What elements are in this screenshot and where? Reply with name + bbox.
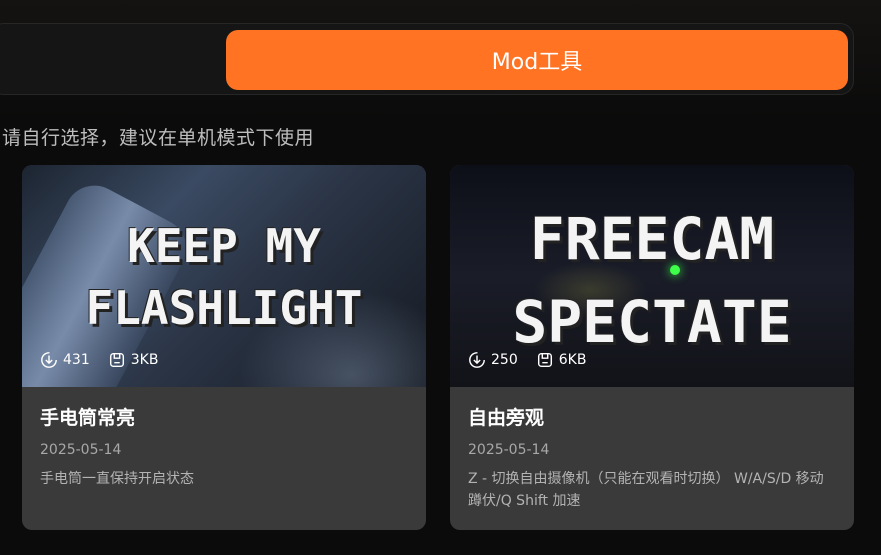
thumbnail-title-line: SPECTATE: [512, 288, 792, 356]
download-count-value: 431: [63, 352, 90, 368]
mod-stats: 431 3KB: [40, 351, 158, 369]
mod-card-flashlight[interactable]: KEEP MY FLASHLIGHT 431 3KB 手电筒常亮 2025-05…: [22, 165, 426, 530]
mod-description: Z - 切换自由摄像机（只能在观看时切换） W/A/S/D 移动 蹲伏/Q Sh…: [468, 471, 824, 509]
mod-title: 自由旁观: [468, 407, 545, 429]
thumbnail-title-line: FREECAM: [529, 205, 775, 273]
mod-description: 手电筒一直保持开启状态: [40, 471, 194, 487]
file-size-value: 3KB: [130, 352, 159, 368]
file-size: 6KB: [536, 351, 587, 369]
mod-card-freecam[interactable]: FREECAM SPECTATE 250 6KB 自由旁观 2025-05-14…: [450, 165, 854, 530]
file-size-icon: [537, 352, 552, 368]
tab-mod-tools[interactable]: Mod工具: [226, 30, 848, 90]
mod-thumbnail: KEEP MY FLASHLIGHT 431 3KB: [22, 165, 426, 387]
mod-date: 2025-05-14: [40, 442, 122, 458]
download-icon: [469, 352, 485, 368]
file-size-icon: [109, 352, 124, 368]
download-count-value: 250: [491, 352, 518, 368]
file-size: 3KB: [108, 351, 159, 369]
mod-thumbnail: FREECAM SPECTATE 250 6KB: [450, 165, 854, 387]
hint-text: 请自行选择，建议在单机模式下使用: [2, 127, 315, 149]
thumbnail-title-line: KEEP MY: [127, 219, 321, 273]
mod-date: 2025-05-14: [468, 442, 550, 458]
mod-title: 手电筒常亮: [40, 407, 136, 429]
download-count: 250: [468, 351, 518, 369]
download-count: 431: [40, 351, 90, 369]
file-size-value: 6KB: [558, 352, 587, 368]
thumbnail-title-line: FLASHLIGHT: [85, 281, 363, 335]
mod-stats: 250 6KB: [468, 351, 586, 369]
download-icon: [41, 352, 57, 368]
